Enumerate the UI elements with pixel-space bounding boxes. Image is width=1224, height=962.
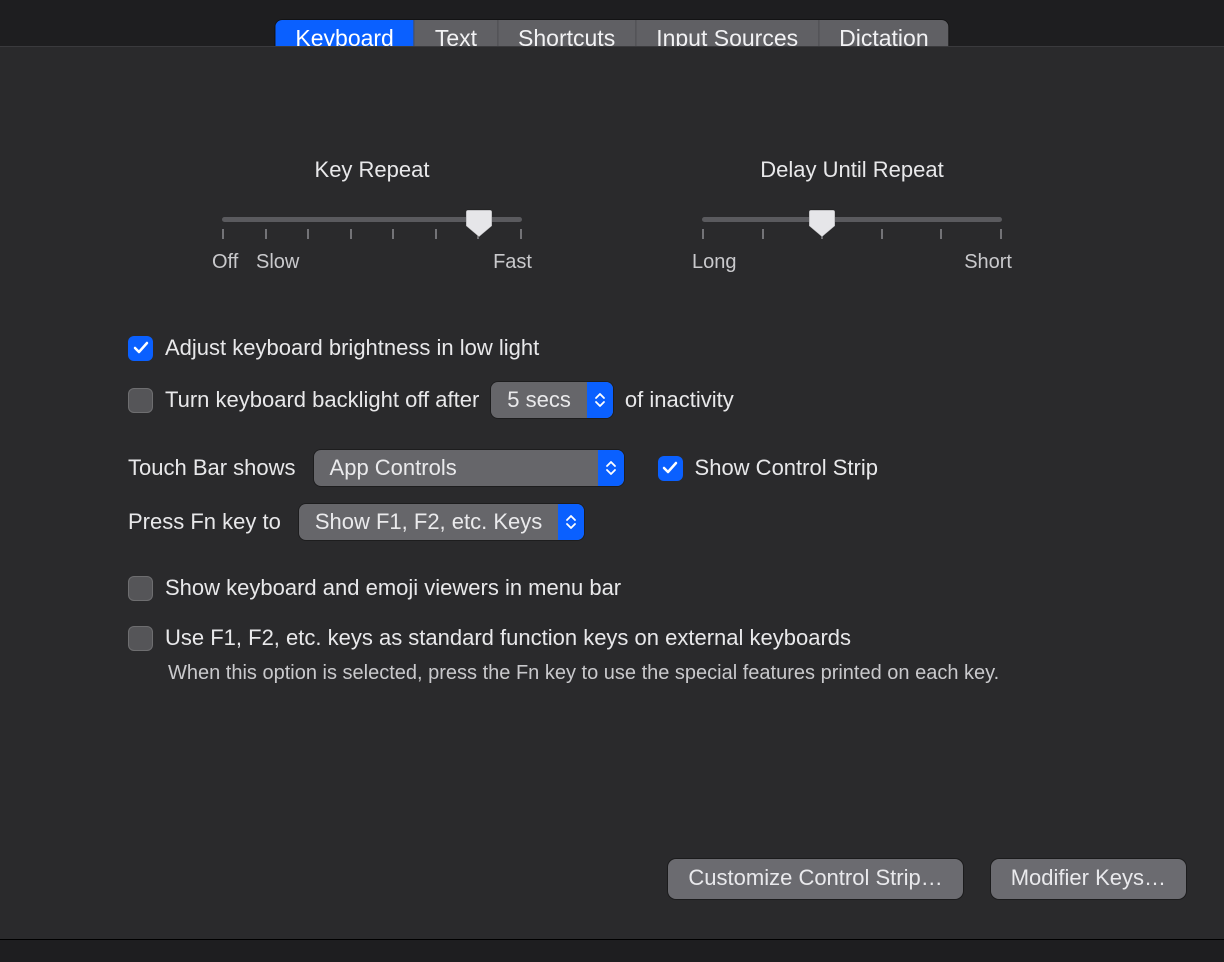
touch-bar-row: Touch Bar shows App Controls Show Contro… [128,450,1184,486]
options-section: Adjust keyboard brightness in low light … [128,332,1184,685]
show-viewers-checkbox[interactable] [128,576,153,601]
delay-repeat-block: Delay Until Repeat Long Short [692,157,1012,271]
backlight-off-label-before: Turn keyboard backlight off after [165,387,479,413]
stepper-icon [598,450,624,486]
sliders-row: Key Repeat Off Slow Fast Delay Until Rep… [0,157,1224,271]
press-fn-select[interactable]: Show F1, F2, etc. Keys [299,504,584,540]
check-icon [133,340,149,356]
show-viewers-label: Show keyboard and emoji viewers in menu … [165,575,621,601]
show-viewers-row: Show keyboard and emoji viewers in menu … [128,572,1184,604]
touch-bar-select[interactable]: App Controls [314,450,624,486]
key-repeat-fast-label: Fast [493,251,532,274]
adjust-brightness-label: Adjust keyboard brightness in low light [165,335,539,361]
press-fn-label: Press Fn key to [128,509,281,535]
key-repeat-slow-label: Slow [256,251,299,274]
backlight-off-checkbox[interactable] [128,388,153,413]
delay-repeat-slider[interactable]: Long Short [692,211,1012,271]
backlight-off-select[interactable]: 5 secs [491,382,613,418]
slider-ticks [702,229,1002,241]
slider-thumb[interactable] [809,208,835,238]
key-repeat-slider[interactable]: Off Slow Fast [212,211,532,271]
key-repeat-off-label: Off [212,251,238,274]
show-control-strip-checkbox[interactable] [658,456,683,481]
press-fn-select-value: Show F1, F2, etc. Keys [299,509,558,535]
footer-buttons: Customize Control Strip… Modifier Keys… [668,859,1186,899]
backlight-off-row: Turn keyboard backlight off after 5 secs… [128,382,1184,418]
preferences-panel: Key Repeat Off Slow Fast Delay Until Rep… [0,46,1224,940]
slider-track [702,217,1002,222]
key-repeat-title: Key Repeat [212,157,532,183]
stepper-icon [558,504,584,540]
check-icon [662,460,678,476]
use-f-keys-hint: When this option is selected, press the … [168,662,1184,685]
use-f-keys-label: Use F1, F2, etc. keys as standard functi… [165,625,851,651]
adjust-brightness-row: Adjust keyboard brightness in low light [128,332,1184,364]
touch-bar-label: Touch Bar shows [128,455,296,481]
use-f-keys-checkbox[interactable] [128,626,153,651]
adjust-brightness-checkbox[interactable] [128,336,153,361]
delay-long-label: Long [692,251,737,274]
stepper-icon [587,382,613,418]
customize-control-strip-button[interactable]: Customize Control Strip… [668,859,962,899]
use-f-keys-row: Use F1, F2, etc. keys as standard functi… [128,622,1184,654]
slider-thumb[interactable] [466,208,492,238]
key-repeat-block: Key Repeat Off Slow Fast [212,157,532,271]
modifier-keys-button[interactable]: Modifier Keys… [991,859,1186,899]
touch-bar-select-value: App Controls [314,455,598,481]
backlight-off-select-value: 5 secs [491,387,587,413]
delay-short-label: Short [964,251,1012,274]
show-control-strip-label: Show Control Strip [695,455,878,481]
backlight-off-label-after: of inactivity [625,387,734,413]
press-fn-row: Press Fn key to Show F1, F2, etc. Keys [128,504,1184,540]
delay-repeat-title: Delay Until Repeat [692,157,1012,183]
